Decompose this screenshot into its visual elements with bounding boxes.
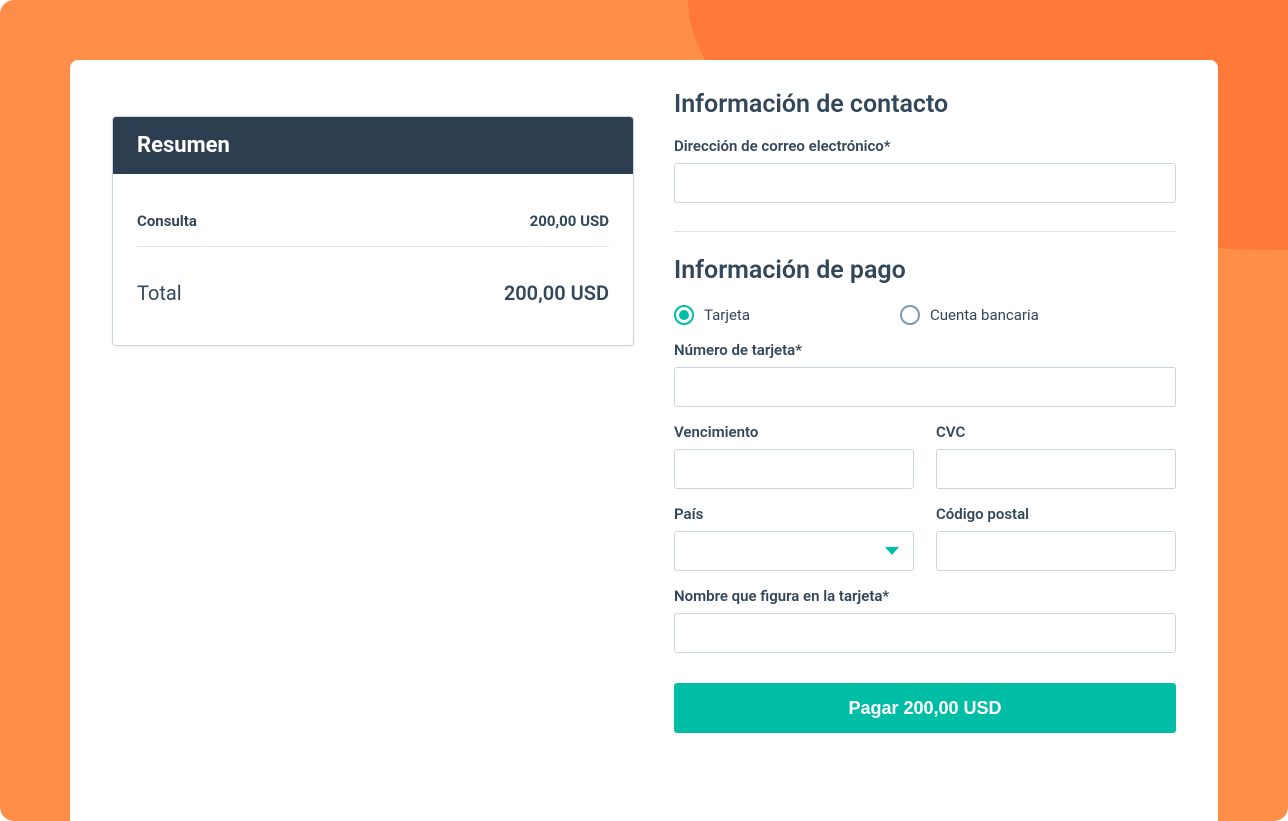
radio-bank-label: Cuenta bancaria <box>930 306 1039 324</box>
summary-total-amount: 200,00 USD <box>504 281 609 305</box>
email-label: Dirección de correo electrónico* <box>674 137 1176 155</box>
cvc-label: CVC <box>936 423 1176 441</box>
cardholder-name-label: Nombre que figura en la tarjeta* <box>674 587 1176 605</box>
summary-line-item: Consulta 200,00 USD <box>137 200 609 244</box>
card-number-field[interactable] <box>674 367 1176 407</box>
cvc-field[interactable] <box>936 449 1176 489</box>
pay-button[interactable]: Pagar 200,00 USD <box>674 683 1176 733</box>
country-select[interactable] <box>674 531 914 571</box>
email-field[interactable] <box>674 163 1176 203</box>
section-divider <box>674 231 1176 232</box>
country-label: País <box>674 505 914 523</box>
contact-section-title: Información de contacto <box>674 90 1176 119</box>
card-number-label: Número de tarjeta* <box>674 341 1176 359</box>
summary-panel: Resumen Consulta 200,00 USD Total 200,00… <box>112 116 634 346</box>
summary-total-line: Total 200,00 USD <box>137 251 609 323</box>
summary-item-amount: 200,00 USD <box>530 212 609 230</box>
expiry-field[interactable] <box>674 449 914 489</box>
radio-icon-selected <box>674 305 694 325</box>
radio-card[interactable]: Tarjeta <box>674 305 750 325</box>
payment-section-title: Información de pago <box>674 256 1176 285</box>
checkout-card: Resumen Consulta 200,00 USD Total 200,00… <box>70 60 1218 821</box>
postal-field[interactable] <box>936 531 1176 571</box>
cardholder-name-field[interactable] <box>674 613 1176 653</box>
radio-icon-unselected <box>900 305 920 325</box>
radio-bank[interactable]: Cuenta bancaria <box>900 305 1039 325</box>
summary-header: Resumen <box>113 117 633 174</box>
summary-body: Consulta 200,00 USD Total 200,00 USD <box>113 174 633 345</box>
checkout-form: Información de contacto Dirección de cor… <box>674 90 1176 821</box>
radio-card-label: Tarjeta <box>704 306 750 324</box>
chevron-down-icon <box>885 547 899 555</box>
summary-divider <box>137 246 609 247</box>
payment-method-radios: Tarjeta Cuenta bancaria <box>674 305 1176 325</box>
summary-total-label: Total <box>137 281 182 305</box>
postal-label: Código postal <box>936 505 1176 523</box>
expiry-label: Vencimiento <box>674 423 914 441</box>
summary-item-label: Consulta <box>137 212 197 230</box>
